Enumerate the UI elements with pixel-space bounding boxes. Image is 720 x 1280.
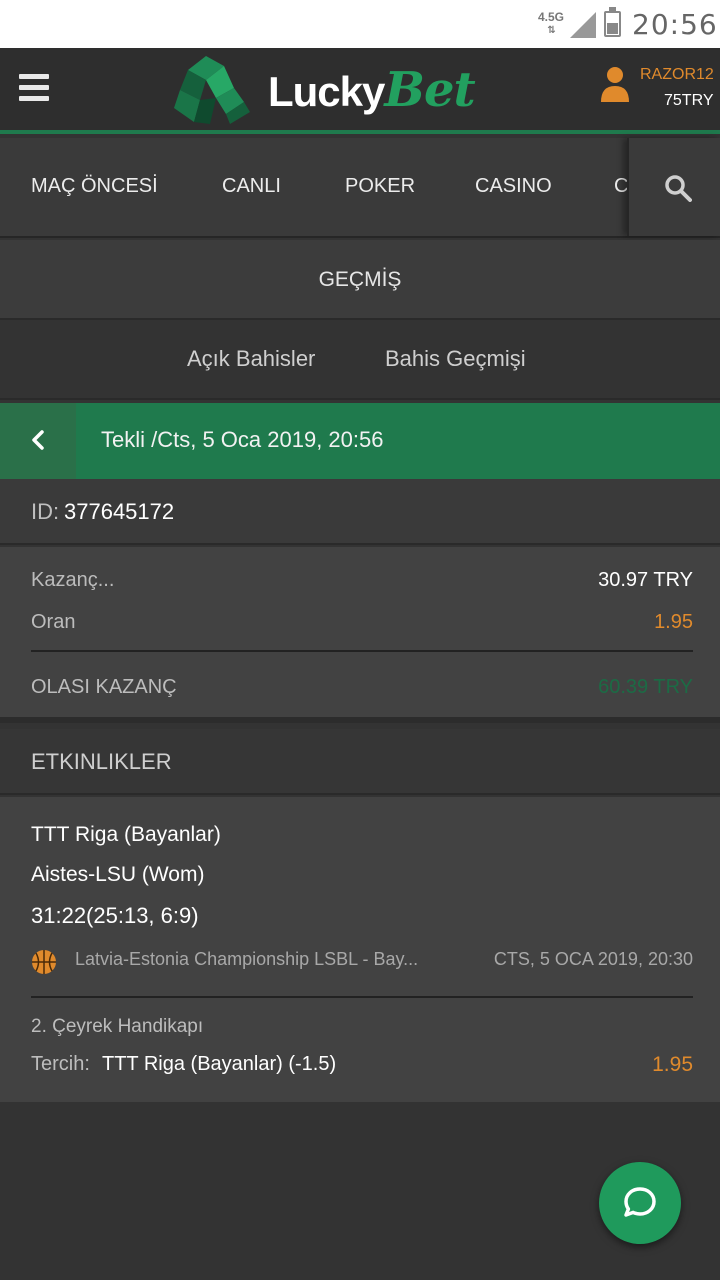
tab-casino[interactable]: CASINO bbox=[475, 175, 552, 198]
status-bar: 4.5G ⇅ 20:56 bbox=[0, 0, 720, 48]
potential-win-value: 60.39 TRY bbox=[598, 676, 693, 698]
divider bbox=[31, 996, 693, 998]
event-card: TTT Riga (Bayanlar) Aistes-LSU (Wom) 31:… bbox=[0, 797, 720, 1102]
user-icon[interactable] bbox=[600, 66, 630, 104]
chat-bubble-icon bbox=[624, 1187, 656, 1217]
events-heading: ETKINLIKLER bbox=[0, 729, 720, 795]
choice-value: TTT Riga (Bayanlar) (-1.5) bbox=[102, 1053, 337, 1075]
search-button[interactable] bbox=[627, 138, 720, 236]
tab-canli[interactable]: CANLI bbox=[222, 175, 281, 198]
choice-label: Tercih: bbox=[31, 1053, 90, 1075]
bet-id-row: ID: 377645172 bbox=[0, 479, 720, 545]
nav-tabs: MAÇ ÖNCESİ CANLI POKER CASINO C bbox=[0, 138, 627, 236]
data-arrows-icon: ⇅ bbox=[547, 25, 555, 36]
tab-mac-oncesi[interactable]: MAÇ ÖNCESİ bbox=[31, 175, 158, 198]
network-indicator: 4.5G ⇅ bbox=[538, 11, 564, 37]
logo-accent: Bet bbox=[384, 62, 475, 118]
home-team: TTT Riga (Bayanlar) bbox=[31, 823, 221, 846]
tab-poker[interactable]: POKER bbox=[345, 175, 415, 198]
stake-value: 30.97 TRY bbox=[598, 569, 693, 591]
logo-primary: Lucky bbox=[268, 68, 385, 115]
balance: 75TRY bbox=[664, 92, 714, 109]
market-name: 2. Çeyrek Handikapı bbox=[31, 1016, 204, 1037]
main-nav: MAÇ ÖNCESİ CANLI POKER CASINO C bbox=[0, 138, 720, 238]
username[interactable]: RAZOR12 bbox=[640, 66, 714, 84]
clock: 20:56 bbox=[632, 8, 718, 41]
bet-title: Tekli /Cts, 5 Oca 2019, 20:56 bbox=[101, 427, 384, 452]
league-name: Latvia-Estonia Championship LSBL - Bay..… bbox=[75, 949, 419, 969]
back-button[interactable] bbox=[0, 403, 76, 479]
choice-odds: 1.95 bbox=[652, 1053, 693, 1076]
bet-id-value: 377645172 bbox=[64, 499, 175, 524]
match-score: 31:22(25:13, 6:9) bbox=[31, 903, 199, 928]
bet-summary: Kazanç... 30.97 TRY Oran 1.95 OLASI KAZA… bbox=[0, 547, 720, 723]
tab-bahis-gecmisi[interactable]: Bahis Geçmişi bbox=[385, 346, 526, 372]
tab-partial[interactable]: C bbox=[614, 175, 627, 198]
bet-id-label: ID: bbox=[31, 499, 60, 524]
logo-emblem-icon bbox=[174, 56, 250, 124]
sub-tabs: Açık Bahisler Bahis Geçmişi bbox=[0, 322, 720, 400]
chat-button[interactable] bbox=[599, 1162, 681, 1244]
odds-label: Oran bbox=[31, 611, 76, 633]
bet-header: Tekli /Cts, 5 Oca 2019, 20:56 bbox=[0, 403, 720, 479]
potential-win-label: OLASI KAZANÇ bbox=[31, 676, 177, 698]
away-team: Aistes-LSU (Wom) bbox=[31, 863, 205, 886]
stake-label: Kazanç... bbox=[31, 569, 115, 591]
odds-value: 1.95 bbox=[654, 611, 693, 633]
signal-icon bbox=[570, 12, 596, 38]
search-icon bbox=[665, 175, 692, 202]
event-date: CTS, 5 OCA 2019, 20:30 bbox=[493, 949, 693, 969]
tab-acik-bahisler[interactable]: Açık Bahisler bbox=[187, 346, 315, 372]
app-header: LuckyBet RAZOR12 75TRY bbox=[0, 48, 720, 134]
events-heading-label: ETKINLIKLER bbox=[31, 749, 172, 774]
basketball-icon bbox=[32, 950, 56, 974]
divider bbox=[31, 650, 693, 652]
page-title: GEÇMİŞ bbox=[0, 240, 720, 320]
menu-icon[interactable] bbox=[19, 74, 49, 104]
chevron-left-icon bbox=[32, 430, 44, 450]
logo[interactable]: LuckyBet bbox=[268, 62, 476, 118]
network-type: 4.5G bbox=[538, 10, 565, 24]
battery-icon bbox=[604, 7, 621, 37]
